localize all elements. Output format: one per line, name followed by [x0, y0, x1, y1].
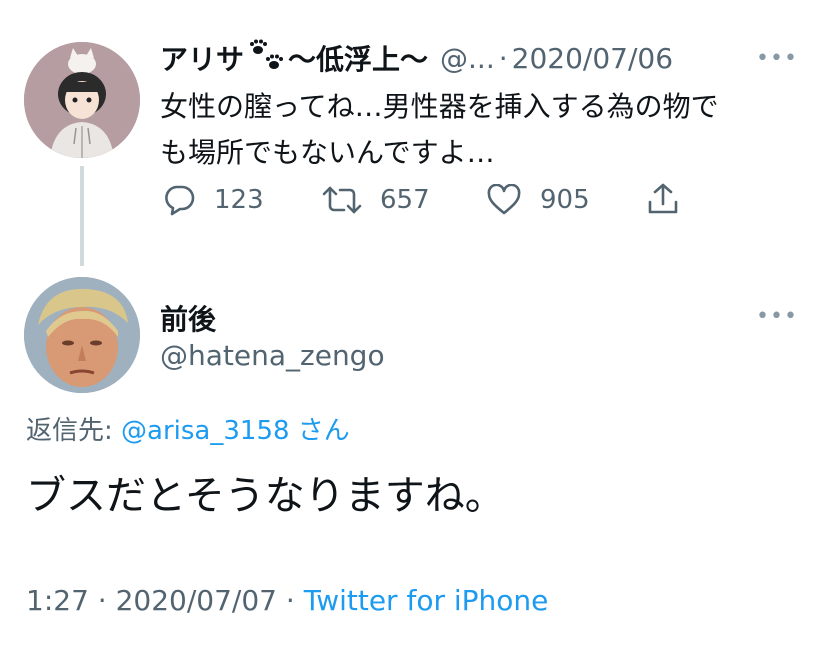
more-options-icon[interactable]: ••• [756, 306, 798, 328]
separator: · [285, 584, 295, 617]
display-name[interactable]: アリサ [160, 38, 244, 78]
replying-to: 返信先: @arisa_3158 さん [26, 410, 350, 447]
tweet-text-line: も場所でもないんですよ… [160, 136, 495, 169]
tweet-source-link[interactable]: Twitter for iPhone [304, 584, 549, 617]
reply-count: 123 [214, 185, 264, 215]
share-button[interactable] [646, 182, 680, 216]
like-count: 905 [540, 185, 590, 215]
replying-to-handle[interactable]: @arisa_3158 [121, 416, 290, 446]
thread-connector-line [80, 166, 84, 266]
avatar[interactable] [24, 42, 140, 158]
heart-icon [487, 184, 521, 215]
reply-button[interactable]: 123 [162, 184, 264, 216]
separator: · [498, 41, 508, 75]
tweet-date[interactable]: 2020/07/06 [512, 42, 673, 75]
retweet-button[interactable]: 657 [322, 184, 430, 216]
tweet-text: 女性の膣ってね…男性器を挿入する為の物で も場所でもないんですよ… [160, 84, 800, 176]
replying-to-suffix[interactable]: さん [298, 416, 350, 446]
reply-text: ブスだとそうなりますね。 [26, 473, 505, 519]
avatar[interactable] [24, 277, 140, 393]
handle[interactable]: @... [440, 42, 495, 75]
display-name[interactable]: 前後 [160, 298, 216, 338]
parent-tweet-header: アリサ 〜低浮上〜 @... · 2020/07/06 [160, 38, 673, 78]
avatar-photo-icon [24, 277, 140, 393]
retweet-count: 657 [380, 185, 430, 215]
replying-to-label: 返信先: [26, 416, 113, 446]
tweet-text-line: 女性の膣ってね…男性器を挿入する為の物で [160, 90, 719, 123]
paw-prints-icon [246, 39, 286, 77]
tweet-metadata: 1:27 · 2020/07/07 · Twitter for iPhone [26, 584, 548, 617]
share-icon [648, 183, 678, 214]
tweet-time[interactable]: 1:27 [26, 584, 89, 617]
reply-icon [165, 185, 195, 216]
separator: · [97, 584, 107, 617]
tweet-date[interactable]: 2020/07/07 [116, 584, 277, 617]
like-button[interactable]: 905 [486, 184, 590, 216]
avatar-illustration-icon [24, 42, 140, 158]
display-name-suffix[interactable]: 〜低浮上〜 [288, 38, 428, 78]
more-options-icon[interactable]: ••• [756, 48, 798, 70]
handle[interactable]: @hatena_zengo [160, 339, 385, 372]
retweet-icon [322, 186, 362, 214]
